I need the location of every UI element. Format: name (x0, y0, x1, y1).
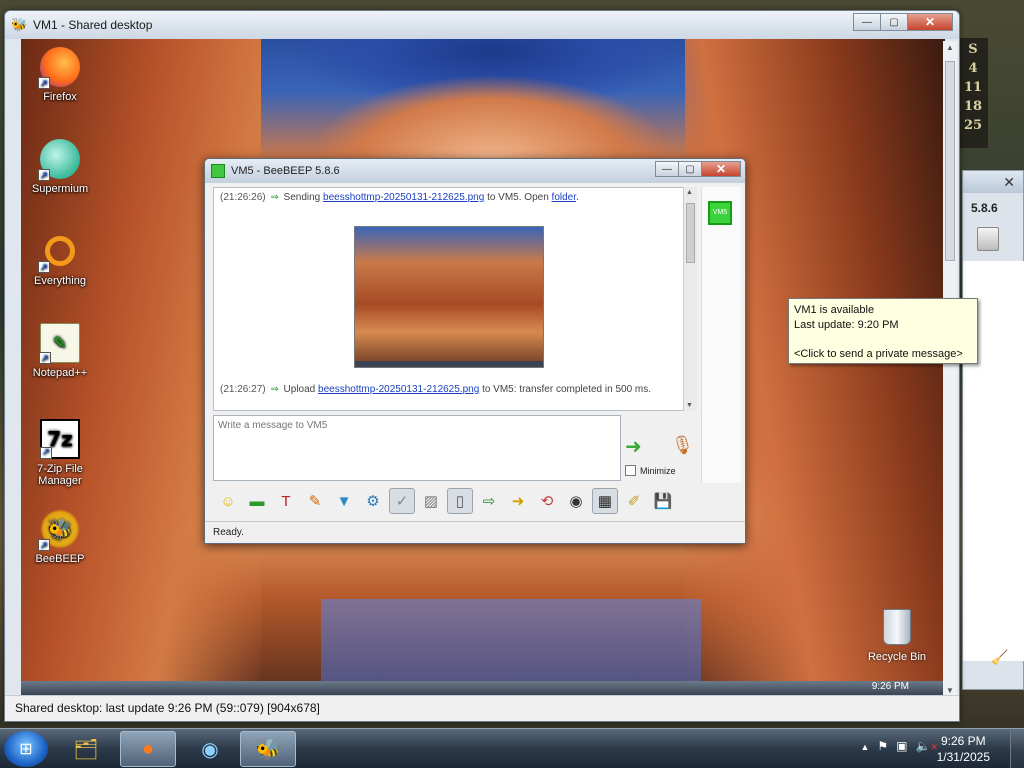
everything-icon: ↗ (38, 231, 80, 273)
show-desktop-button[interactable] (1010, 729, 1024, 768)
send-area: ➜ 🎙 Minimize (625, 435, 695, 479)
version-label: 5.8.6 (971, 201, 998, 215)
transfer-icon: ⇒ (270, 384, 279, 395)
taskbar-explorer[interactable]: 🗂 (58, 731, 114, 767)
scroll-down-icon[interactable]: ▼ (686, 402, 693, 409)
chat-status-icon (211, 164, 225, 178)
taskbar-supermium[interactable]: ◉ (182, 731, 238, 767)
user-avatar[interactable]: VM5 (708, 201, 732, 225)
trash-icon[interactable] (977, 227, 999, 251)
7zip-icon: 7z ↗ (40, 419, 80, 459)
chat-title: VM5 - BeeBEEP 5.8.6 (231, 165, 340, 177)
taskbar-firefox[interactable]: ● (120, 731, 176, 767)
network-icon[interactable]: ▣ (896, 739, 907, 755)
minimize-checkbox[interactable]: Minimize (625, 465, 676, 476)
screenshot-button[interactable]: ◉ (563, 488, 589, 514)
bee-icon: 🐝 ↗ (38, 509, 80, 551)
chat-status-bar: Ready. (205, 521, 745, 543)
notepad-icon: ✎ ↗ (39, 323, 80, 364)
host-calendar-gadget: S 4 11 18 25 (958, 38, 988, 148)
settings-button[interactable]: ⚙ (360, 488, 386, 514)
edit-button[interactable]: ✐ (621, 488, 647, 514)
font-button[interactable]: T (273, 488, 299, 514)
close-icon[interactable]: ✕ (1003, 174, 1015, 191)
save-button[interactable]: 💾 (650, 488, 676, 514)
status-bar: Shared desktop: last update 9:26 PM (59:… (5, 695, 959, 721)
spellcheck-button[interactable]: ✎ (302, 488, 328, 514)
chat-maximize-button[interactable]: ▢ (678, 161, 702, 177)
beebeep-icon: 🐝 (255, 738, 281, 761)
host-side-titlebar[interactable]: ✕ (963, 171, 1023, 193)
file-link[interactable]: beesshottmp-20250131-212625.png (323, 192, 484, 203)
chat-history[interactable]: (21:26:26) ⇒ Sending beesshottmp-2025013… (213, 187, 695, 411)
remote-taskbar: 9:26 PM (21, 681, 945, 695)
host-taskbar: ⊞ 🗂 ● ◉ 🐝 ▲ ⚑ ▣ 🔈✕ 9:26 PM 1/31/2025 (0, 728, 1024, 768)
desktop-icon-notepad[interactable]: ✎ ↗ Notepad++ (25, 323, 95, 379)
user-tooltip[interactable]: VM1 is available Last update: 9:20 PM <C… (788, 298, 978, 364)
taskbar-clock[interactable]: 9:26 PM 1/31/2025 (937, 733, 990, 765)
firefox-icon: ● (141, 737, 155, 760)
share-desktop-button[interactable]: ▦ (592, 488, 618, 514)
send-icon[interactable]: ➜ (625, 435, 653, 459)
save-chat-button[interactable]: ⇨ (476, 488, 502, 514)
beebeep-chat-window[interactable]: VM5 - BeeBEEP 5.8.6 — ▢ ✕ (21:26:26) ⇒ S… (204, 158, 746, 544)
remote-clock: 9:26 PM (871, 681, 909, 692)
desktop-icon-supermium[interactable]: ↗ Supermium (25, 139, 95, 195)
supermium-icon: ↗ (38, 139, 80, 181)
scroll-up-icon[interactable]: ▲ (946, 43, 954, 52)
clear-button[interactable]: ⟲ (534, 488, 560, 514)
chat-message: (21:26:27) ⇒ Upload beesshottmp-20250131… (220, 384, 652, 395)
chat-titlebar[interactable]: VM5 - BeeBEEP 5.8.6 — ▢ ✕ (205, 159, 745, 183)
send-file-button[interactable]: ▯ (447, 488, 473, 514)
desktop-icon-recycle-bin[interactable]: Recycle Bin (857, 609, 937, 663)
broom-icon[interactable]: 🧹 (991, 649, 1008, 666)
chat-toolbar: ☺ ▬ T ✎ ▼ ⚙ ✓ ▨ ▯ ⇨ ➜ ⟲ ◉ ▦ ✐ 💾 (213, 485, 737, 517)
beebeep-icon: 🐝 (11, 17, 28, 32)
action-center-flag-icon[interactable]: ⚑ (877, 739, 888, 755)
microphone-icon[interactable]: 🎙 (671, 435, 694, 461)
chat-minimize-button[interactable]: — (655, 161, 679, 177)
checkbox-icon[interactable] (625, 465, 636, 476)
window-title: VM1 - Shared desktop (33, 18, 153, 32)
transfer-icon: ⇒ (270, 192, 279, 203)
color-button[interactable]: ▬ (244, 488, 270, 514)
chat-scroll-thumb[interactable] (686, 203, 695, 263)
firefox-icon: ↗ (38, 47, 80, 89)
desktop-icon-7zip[interactable]: 7z ↗ 7-Zip File Manager (25, 419, 95, 487)
scroll-up-icon[interactable]: ▲ (686, 189, 693, 196)
desktop-icon-everything[interactable]: ↗ Everything (25, 231, 95, 287)
chat-close-button[interactable]: ✕ (701, 161, 741, 177)
system-tray: ▲ ⚑ ▣ 🔈✕ (860, 739, 938, 755)
chat-members-panel: VM5 (701, 187, 741, 483)
volume-muted-icon[interactable]: 🔈✕ (916, 739, 939, 755)
desktop-icon-firefox[interactable]: ↗ Firefox (25, 47, 95, 103)
scroll-down-icon[interactable]: ▼ (946, 686, 954, 695)
image-button[interactable]: ▨ (418, 488, 444, 514)
close-button[interactable]: ✕ (907, 13, 953, 31)
folder-link[interactable]: folder (552, 192, 576, 203)
message-compose[interactable] (213, 415, 621, 481)
message-input[interactable] (214, 416, 620, 435)
minimize-button[interactable]: — (853, 13, 881, 31)
scroll-thumb[interactable] (945, 61, 955, 261)
bold-button[interactable]: ✓ (389, 488, 415, 514)
filter-button[interactable]: ▼ (331, 488, 357, 514)
host-beebeep-window[interactable]: ✕ 5.8.6 🧹 (962, 170, 1024, 690)
file-link[interactable]: beesshottmp-20250131-212625.png (318, 384, 479, 395)
screenshot-thumbnail[interactable] (354, 226, 544, 368)
chat-scrollbar[interactable]: ▲ ▼ (683, 187, 697, 411)
emoticons-button[interactable]: ☺ (215, 488, 241, 514)
vm-titlebar[interactable]: 🐝 VM1 - Shared desktop — ▢ ✕ (5, 11, 959, 39)
desktop-icon-beebeep[interactable]: 🐝 ↗ BeeBEEP (25, 509, 95, 565)
recycle-bin-icon (883, 609, 911, 645)
start-button[interactable]: ⊞ (4, 731, 48, 767)
vertical-scrollbar[interactable]: ▲ ▼ (943, 41, 957, 697)
taskbar-beebeep[interactable]: 🐝 (240, 731, 296, 767)
send-folder-button[interactable]: ➜ (505, 488, 531, 514)
supermium-icon: ◉ (201, 738, 219, 761)
show-hidden-icons-icon[interactable]: ▲ (860, 739, 869, 755)
chat-message: (21:26:26) ⇒ Sending beesshottmp-2025013… (220, 192, 579, 203)
explorer-icon: 🗂 (73, 738, 99, 761)
maximize-button[interactable]: ▢ (880, 13, 908, 31)
